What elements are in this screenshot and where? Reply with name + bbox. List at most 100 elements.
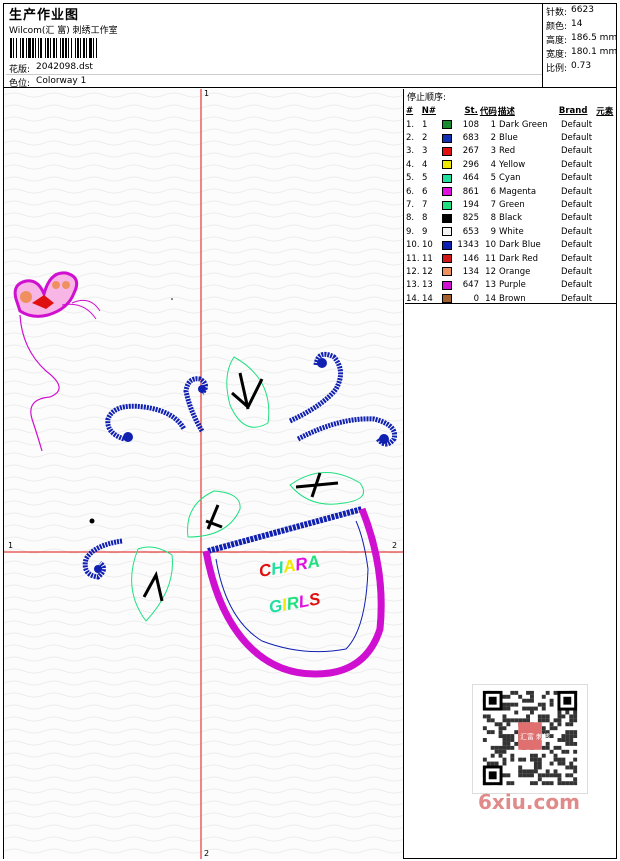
row-needle: 3 (422, 146, 428, 157)
table-row: 1. 1 108 1 Dark Green Default (405, 118, 616, 131)
row-description: Magenta (499, 186, 537, 197)
axis-marker-bottom: 2 (204, 849, 210, 858)
stat-value: 180.1 mm (571, 47, 618, 57)
row-needle: 9 (422, 226, 428, 237)
table-row: 11. 11 146 11 Dark Red Default (405, 252, 616, 265)
row-code: 5 (490, 173, 496, 184)
col-brand: Brand (558, 105, 588, 116)
row-index: 2. (406, 133, 415, 144)
stat-label: 针数: (546, 8, 568, 18)
row-brand: Default (561, 266, 593, 277)
swatch-box (442, 146, 452, 156)
row-stitches: 267 (462, 146, 479, 157)
row-needle: 10 (422, 240, 433, 251)
sheet-header: 生产作业图 Wilcom(汇 富) 刺绣工作室 花版: 2042098.dst … (4, 4, 618, 89)
colorway-name: Colorway 1 (36, 76, 87, 86)
swatch-box (442, 187, 452, 197)
stat-value: 14 (571, 19, 583, 29)
row-code: 9 (490, 226, 496, 237)
swatch-box (442, 227, 452, 237)
design-stats: 针数: 6623 颜色: 14 高度: 186.5 mm 宽度: 180.1 m… (542, 4, 618, 88)
swatch-box (442, 240, 452, 250)
row-needle: 12 (422, 266, 433, 277)
row-description: Cyan (499, 173, 521, 184)
row-needle: 6 (422, 186, 428, 197)
colorway-row: 色位: Colorway 1 (9, 76, 86, 89)
col-stitches: St. (464, 105, 478, 116)
row-needle: 13 (422, 280, 433, 291)
row-stitches: 108 (462, 119, 479, 130)
stat-colors: 颜色: 14 (546, 19, 583, 32)
swatch-box (442, 200, 452, 210)
row-code: 10 (485, 240, 496, 251)
swatch-box (442, 120, 452, 130)
swatch-box (442, 267, 452, 277)
row-code: 13 (485, 280, 496, 291)
axis-marker-left: 1 (8, 541, 14, 550)
color-swatch (442, 294, 457, 304)
design-canvas: CHARA GIRLS 1 2 1 2 (4, 89, 404, 859)
row-stitches: 825 (462, 213, 479, 224)
row-needle: 1 (422, 119, 428, 130)
stat-width: 宽度: 180.1 mm (546, 47, 617, 60)
table-body: 1. 1 108 1 Dark Green Default 2. 2 683 2 Blue Defau… (405, 118, 616, 305)
row-code: 8 (490, 213, 496, 224)
col-needle: N# (421, 105, 436, 116)
stop-sequence-table: # N# St. 代码 描述 Brand 元素 1. 1 108 1 Dark Gree… (405, 103, 616, 305)
table-header: # N# St. 代码 描述 Brand 元素 (405, 103, 616, 118)
qr-code: 汇富 刺绣 (472, 684, 588, 794)
row-needle: 4 (422, 159, 428, 170)
watermark-logo: 6xiu.com (478, 790, 580, 814)
stat-value: 6623 (571, 5, 594, 15)
color-swatch (442, 146, 457, 156)
color-swatch (442, 173, 457, 183)
table-row: 8. 8 825 8 Black Default (405, 212, 616, 225)
col-index: # (406, 105, 414, 116)
row-code: 11 (485, 253, 496, 264)
row-brand: Default (561, 146, 593, 157)
stat-label: 颜色: (546, 22, 568, 32)
row-index: 9. (406, 226, 415, 237)
swatch-box (442, 213, 452, 223)
table-row: 13. 13 647 13 Purple Default (405, 279, 616, 292)
row-index: 4. (406, 159, 415, 170)
row-code: 6 (490, 186, 496, 197)
stat-label: 比例: (546, 64, 568, 74)
sheet-title: 生产作业图 (9, 8, 80, 23)
row-stitches: 861 (462, 186, 479, 197)
row-brand: Default (561, 200, 593, 211)
col-code: 代码 (479, 106, 497, 117)
row-stitches: 683 (462, 133, 479, 144)
swatch-box (442, 160, 452, 170)
row-description: Dark Blue (499, 240, 541, 251)
row-description: Purple (499, 280, 526, 291)
color-swatch (442, 213, 457, 223)
table-row: 10. 10 1343 10 Dark Blue Default (405, 239, 616, 252)
table-row: 7. 7 194 7 Green Default (405, 198, 616, 211)
color-swatch (442, 187, 457, 197)
stat-label: 高度: (546, 36, 568, 46)
row-index: 13. (406, 280, 420, 291)
header-divider (6, 74, 542, 75)
table-row: 12. 12 134 12 Orange Default (405, 265, 616, 278)
row-index: 10. (406, 240, 420, 251)
row-brand: Default (561, 213, 593, 224)
row-index: 5. (406, 173, 415, 184)
table-row: 9. 9 653 9 White Default (405, 225, 616, 238)
row-needle: 8 (422, 213, 428, 224)
color-swatch (442, 280, 457, 290)
color-swatch (442, 267, 457, 277)
colorway-label: 色位: (9, 79, 31, 89)
row-stitches: 647 (462, 280, 479, 291)
row-stitches: 146 (462, 253, 479, 264)
row-needle: 2 (422, 133, 428, 144)
row-index: 1. (406, 119, 415, 130)
row-description: Black (499, 213, 522, 224)
row-brand: Default (561, 253, 593, 264)
stat-value: 186.5 mm (571, 33, 618, 43)
axis-marker-top: 1 (204, 89, 210, 98)
row-stitches: 1343 (457, 240, 479, 251)
row-brand: Default (561, 173, 593, 184)
color-swatch (442, 133, 457, 143)
row-needle: 7 (422, 200, 428, 211)
